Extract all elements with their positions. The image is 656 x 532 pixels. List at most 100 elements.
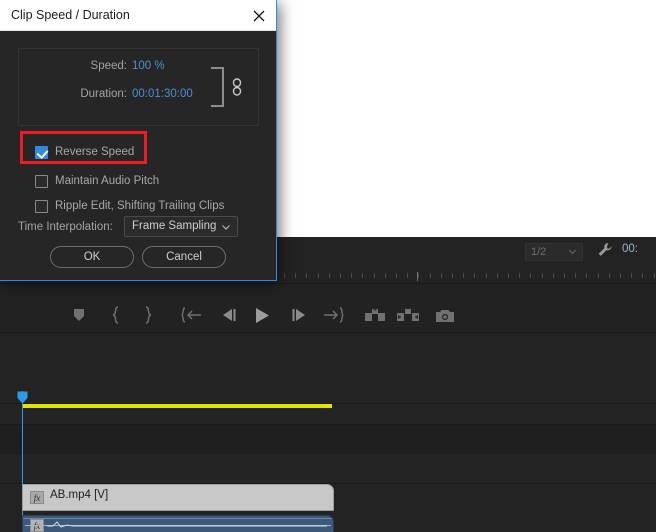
ripple-edit-label: Ripple Edit, Shifting Trailing Clips [55, 200, 225, 212]
camera-icon [436, 309, 454, 322]
dialog-body: Speed: 100 % Duration: 00:01:30:00 Rever… [0, 31, 276, 280]
timeline-clip-video[interactable]: fx AB.mp4 [V] [22, 484, 334, 511]
reverse-speed-checkbox[interactable] [35, 145, 48, 159]
monitor-ruler-tick [542, 273, 543, 278]
timeline-panel[interactable]: :00:0000:00:30:0000:01:00:0000:01:30:000… [0, 334, 656, 532]
monitor-ruler-tick [486, 273, 487, 278]
monitor-ruler-tick [441, 273, 442, 278]
link-bracket [211, 67, 224, 107]
monitor-ruler-tick [329, 273, 330, 278]
chevron-down-icon [568, 249, 577, 255]
monitor-ruler-tick [553, 273, 554, 278]
speed-value[interactable]: 100 % [132, 60, 165, 72]
monitor-ruler-tick [306, 273, 307, 278]
duration-label: Duration: [80, 88, 127, 100]
monitor-ruler-tick [340, 273, 341, 278]
monitor-ruler-tick [318, 273, 319, 278]
monitor-ruler-tick [497, 273, 498, 278]
cancel-button[interactable]: Cancel [142, 246, 226, 268]
chain-link-icon[interactable] [231, 78, 243, 96]
audio-waveform-icon [47, 521, 327, 528]
monitor-ruler-tick [508, 273, 509, 278]
monitor-ruler-tick [474, 273, 475, 278]
monitor-ruler-tick [598, 273, 599, 278]
add-marker-button[interactable] [66, 303, 92, 327]
timeline-ruler[interactable]: :00:0000:00:30:0000:01:00:0000:01:30:000… [0, 370, 656, 439]
mark-in-icon [112, 306, 119, 324]
monitor-ruler-tick [519, 273, 520, 278]
wrench-icon[interactable] [596, 240, 614, 260]
lift-icon [365, 308, 385, 321]
ok-button[interactable]: OK [50, 246, 134, 268]
monitor-ruler-tick [586, 273, 587, 278]
track-row[interactable] [0, 454, 656, 484]
premiere-pro-window: 1/2 00: fx AB.mp4 [V] fx Clip Speed / Du… [0, 0, 656, 532]
speed-duration-group: Speed: 100 % Duration: 00:01:30:00 [18, 48, 259, 126]
monitor-ruler-tick [362, 273, 363, 278]
play-icon [256, 307, 269, 323]
mark-out-icon [145, 306, 152, 324]
monitor-zoom-level-dropdown[interactable]: 1/2 [525, 243, 583, 261]
extract-button[interactable] [395, 303, 421, 327]
extract-icon [397, 309, 419, 321]
marker-icon [74, 309, 84, 321]
monitor-ruler-tick [284, 273, 285, 278]
monitor-ruler-tick [407, 273, 408, 278]
work-area-bar[interactable] [22, 404, 332, 408]
monitor-ruler-tick [463, 273, 464, 278]
lift-button[interactable] [362, 303, 388, 327]
monitor-ruler-tick [631, 273, 632, 278]
time-interpolation-dropdown[interactable]: Frame Sampling [124, 216, 238, 237]
maintain-audio-pitch-checkbox[interactable] [35, 174, 48, 188]
ripple-edit-checkbox[interactable] [35, 199, 48, 213]
monitor-ruler-major-tick [417, 272, 418, 281]
maintain-audio-pitch-checkbox-row[interactable]: Maintain Audio Pitch [35, 171, 159, 191]
duration-value[interactable]: 00:01:30:00 [132, 88, 193, 100]
step-back-icon [223, 309, 236, 321]
clip-name-label: AB.mp4 [V] [50, 489, 109, 501]
monitor-ruler-tick [452, 273, 453, 278]
monitor-ruler-tick [351, 273, 352, 278]
mark-out-button[interactable] [135, 303, 161, 327]
time-interpolation-value: Frame Sampling [132, 220, 217, 232]
monitor-ruler-tick [575, 273, 576, 278]
monitor-timecode[interactable]: 00: [622, 243, 638, 255]
monitor-ruler-tick [530, 273, 531, 278]
clip-top-line [23, 518, 333, 519]
monitor-ruler-tick [418, 273, 419, 278]
close-icon [253, 10, 265, 21]
fx-badge-icon: fx [30, 491, 44, 504]
monitor-ruler-tick [564, 273, 565, 278]
monitor-ruler-tick [620, 273, 621, 278]
timeline-clip-audio[interactable]: fx [22, 515, 334, 532]
monitor-zoom-level-value: 1/2 [531, 246, 547, 258]
monitor-ruler-tick [374, 273, 375, 278]
track-row[interactable] [0, 408, 656, 425]
step-back-button[interactable] [216, 303, 242, 327]
timeline-header-strip [0, 334, 656, 370]
close-button[interactable] [248, 5, 270, 26]
reverse-speed-label: Reverse Speed [55, 146, 135, 158]
ripple-edit-checkbox-row[interactable]: Ripple Edit, Shifting Trailing Clips [35, 196, 224, 216]
clip-speed-duration-dialog: Clip Speed / Duration Speed: 100 % Durat… [0, 0, 277, 281]
monitor-ruler-tick [430, 273, 431, 278]
step-forward-icon [292, 309, 305, 321]
monitor-ruler-tick [396, 273, 397, 278]
monitor-ruler-tick [609, 273, 610, 278]
export-frame-button[interactable] [432, 303, 458, 327]
play-stop-button[interactable] [249, 303, 275, 327]
step-forward-button[interactable] [286, 303, 312, 327]
monitor-ruler-tick [642, 273, 643, 278]
chevron-down-icon [222, 225, 230, 230]
reverse-speed-checkbox-row[interactable]: Reverse Speed [35, 142, 134, 162]
monitor-ruler-tick [385, 273, 386, 278]
go-to-in-icon [181, 307, 201, 323]
timeline-track-rows [0, 408, 656, 532]
go-to-out-button[interactable] [320, 303, 346, 327]
mark-in-button[interactable] [103, 303, 129, 327]
go-to-out-icon [324, 307, 344, 323]
go-to-in-button[interactable] [179, 303, 205, 327]
track-row[interactable] [0, 425, 656, 454]
dialog-title: Clip Speed / Duration [11, 8, 130, 22]
time-interpolation-label: Time Interpolation: [18, 221, 113, 233]
